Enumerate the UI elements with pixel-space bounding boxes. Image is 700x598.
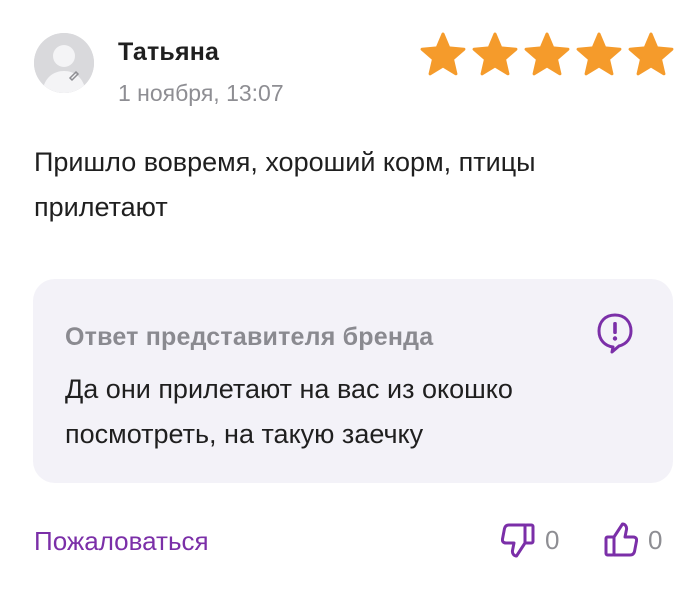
star-icon [524,32,570,76]
dislike-button[interactable]: 0 [501,521,559,559]
star-icon [628,32,674,76]
review-date: 1 ноября, 13:07 [118,80,284,106]
review-text: Пришло вовремя, хороший корм, птицы прил… [34,147,536,222]
review-card: Татьяна 1 ноября, 13:07 Пришло вовремя, … [0,0,700,598]
brand-reply-title: Ответ представителя бренда [65,323,434,351]
like-button[interactable]: 0 [604,521,662,559]
brand-reply-text: Да они прилетают на вас из окошко посмот… [65,374,513,449]
like-count: 0 [648,524,663,555]
exclamation-speech-bubble-icon [597,313,633,354]
report-link[interactable]: Пожаловаться [34,526,209,557]
star-icon [576,32,622,76]
avatar[interactable] [34,33,94,93]
thumbs-up-icon [604,522,638,557]
star-icon [420,32,466,76]
star-rating [420,32,674,78]
thumbs-down-icon [501,523,535,558]
author-name: Татьяна [118,38,220,66]
dislike-count: 0 [545,524,560,555]
user-avatar-icon [34,33,94,93]
brand-reply: Ответ представителя бренда Да они прилет… [33,279,673,483]
star-icon [472,32,518,76]
